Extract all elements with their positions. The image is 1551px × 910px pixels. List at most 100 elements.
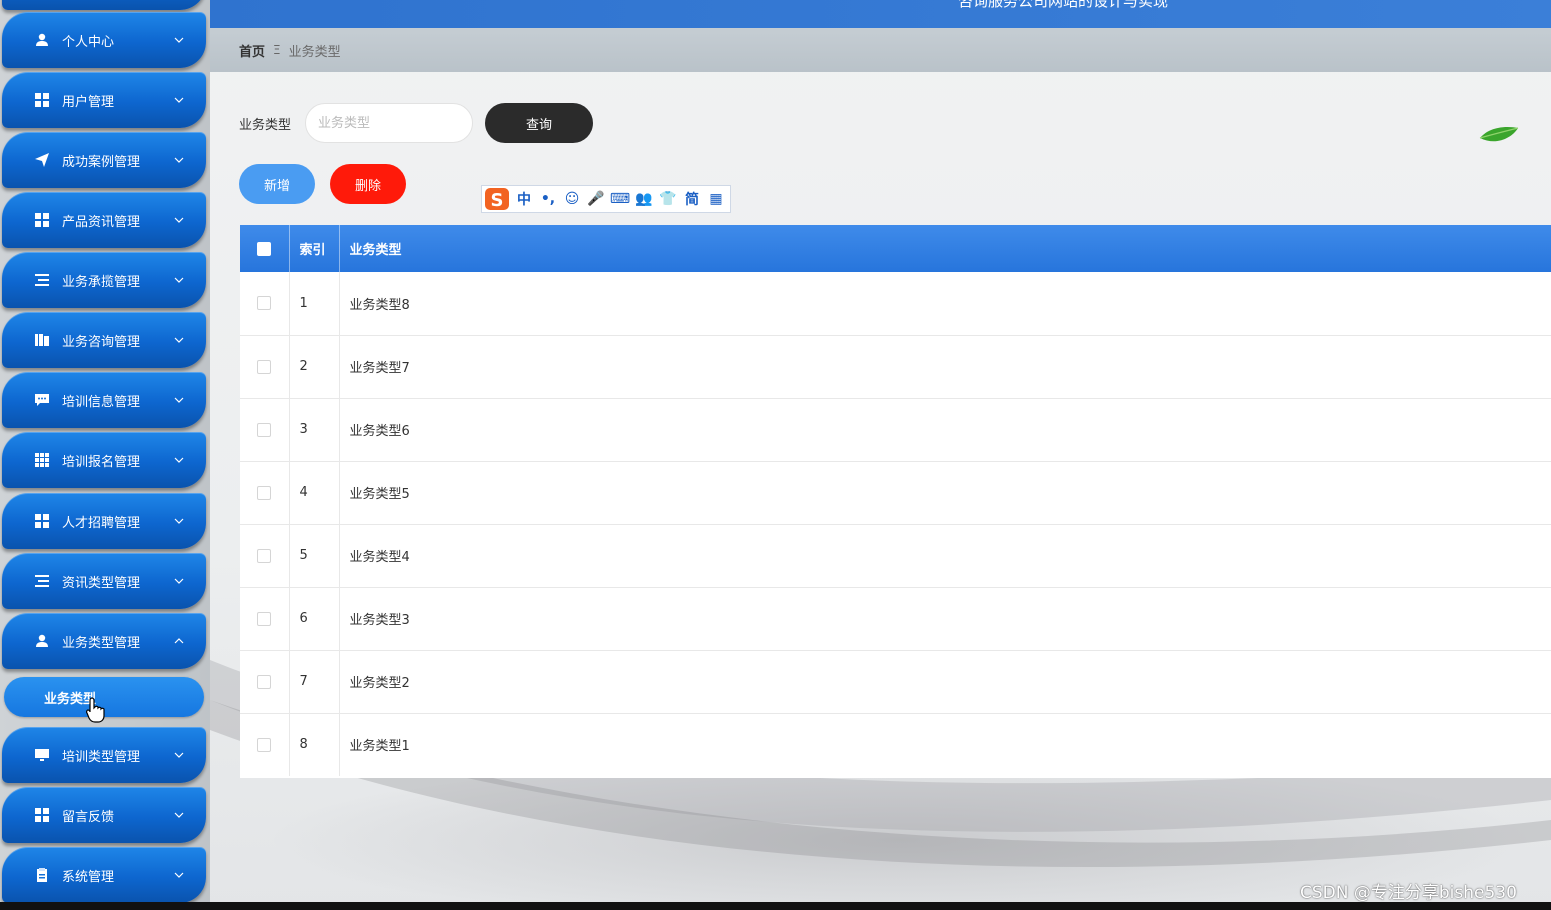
chevron-down-icon [174,155,184,165]
book-icon [34,332,50,348]
select-all-checkbox[interactable] [257,241,272,256]
table-row[interactable]: 7 业务类型2 [240,650,1551,713]
chevron-down-icon [174,810,184,820]
sidebar-item-13[interactable]: 留言反馈 [2,787,206,843]
grid-icon [34,92,50,108]
breadcrumb: 首页 Ξ 业务类型 [210,28,1551,72]
monitor-icon [34,747,50,763]
row-checkbox[interactable] [257,611,272,626]
sidebar-item-label: 业务承揽管理 [62,274,141,290]
row-select-cell[interactable] [240,524,290,587]
row-business-type: 业务类型8 [349,297,410,313]
row-index: 6 [289,587,340,650]
sidebar-item-2[interactable]: 用户管理 [2,72,206,128]
row-checkbox[interactable] [257,359,272,374]
table-row[interactable]: 4 业务类型5 [240,461,1551,524]
row-checkbox[interactable] [257,296,272,311]
row-business-type: 业务类型2 [349,676,410,691]
data-table-container: 索引 业务类型 1 业务类型8 2 业务类型7 3 业务类型6 4 业务类型5 5 业务类型4 6 业… [240,225,1551,778]
add-button[interactable]: 新增 [239,164,315,204]
row-select-cell[interactable] [240,461,290,524]
site-title: 咨询服务公司网站的设计与实现 [958,0,1169,10]
chevron-down-icon [174,870,184,880]
table-row[interactable]: 2 业务类型7 [240,335,1551,398]
chevron-down-icon [174,455,184,465]
bottom-strip [0,902,1551,910]
row-business-type: 业务类型4 [349,550,410,565]
query-button[interactable]: 查询 [485,103,593,143]
row-checkbox[interactable] [257,737,272,752]
row-checkbox[interactable] [257,548,272,563]
ime-tool-9-icon[interactable]: ▦ [704,187,728,211]
sidebar-item-7[interactable]: 培训信息管理 [2,372,206,428]
row-select-cell[interactable] [240,335,290,398]
chevron-down-icon [174,35,184,45]
list-icon [34,573,50,589]
user-icon [34,633,50,649]
sogou-logo-icon[interactable]: S [482,185,512,213]
row-select-cell[interactable] [240,272,290,335]
row-checkbox[interactable] [257,485,272,500]
watermark: CSDN @专注分享bishe530 [1300,883,1517,903]
sidebar-item-label: 用户管理 [62,94,115,110]
chevron-down-icon [174,576,184,586]
table-row[interactable]: 5 业务类型4 [240,524,1551,587]
ime-tool-2-icon[interactable]: •, [536,187,560,211]
breadcrumb-separator: Ξ [273,43,281,57]
search-input[interactable] [305,103,473,143]
table-row[interactable]: 8 业务类型1 [240,713,1551,776]
table-row[interactable]: 6 业务类型3 [240,587,1551,650]
ime-tool-1-icon[interactable]: 中 [512,187,536,211]
row-business-type: 业务类型5 [349,487,410,502]
chevron-up-icon [174,636,184,646]
sidebar-item-11[interactable]: 业务类型管理 [2,613,206,669]
header-index: 索引 [289,225,340,272]
sidebar-item-10[interactable]: 资讯类型管理 [2,553,206,609]
ime-tool-8-icon[interactable]: 简 [680,187,704,211]
sidebar-item-3[interactable]: 成功案例管理 [2,132,206,188]
ime-toolbar: S 中 •, ☺ 🎤 ⌨ 👥 👕 简 ▦ [481,185,731,213]
row-select-cell[interactable] [240,713,290,776]
ime-tool-4-icon[interactable]: 🎤 [584,187,608,211]
header-select-all[interactable] [240,225,290,272]
business-type-table: 索引 业务类型 1 业务类型8 2 业务类型7 3 业务类型6 4 业务类型5 5 业务类型4 6 业… [240,225,1551,776]
sidebar-item-label: 人才招聘管理 [62,515,141,531]
sidebar-item-label: 培训信息管理 [62,394,141,410]
grid-icon [34,513,50,529]
sidebar-item-9[interactable]: 人才招聘管理 [2,493,206,549]
table-row[interactable]: 3 业务类型6 [240,398,1551,461]
sidebar-item-14[interactable]: 系统管理 [2,847,206,902]
chevron-down-icon [174,395,184,405]
top-header-bar: 咨询服务公司网站的设计与实现 [210,0,1551,28]
grid-icon [34,212,50,228]
sidebar-item-5[interactable]: 业务承揽管理 [2,252,206,308]
header-business-type: 业务类型 [349,243,402,258]
list-icon [34,272,50,288]
row-business-type: 业务类型3 [349,613,410,628]
chevron-down-icon [174,750,184,760]
ime-tool-6-icon[interactable]: 👥 [632,187,656,211]
table-row[interactable]: 1 业务类型8 [240,272,1551,335]
sidebar-item-label: 留言反馈 [62,809,115,825]
sidebar-item-label: 个人中心 [62,34,115,50]
sidebar-item-1[interactable]: 个人中心 [2,12,206,68]
delete-button[interactable]: 删除 [330,164,406,204]
ime-tool-7-icon[interactable]: 👕 [656,187,680,211]
chat-icon [34,392,50,408]
ime-tool-5-icon[interactable]: ⌨ [608,187,632,211]
row-checkbox[interactable] [257,422,272,437]
grid-icon [34,807,50,823]
row-select-cell[interactable] [240,587,290,650]
sidebar-item-4[interactable]: 产品资讯管理 [2,192,206,248]
sidebar-item-8[interactable]: 培训报名管理 [2,432,206,488]
sidebar-item-12[interactable]: 培训类型管理 [2,727,206,783]
sidebar-item-top-partial[interactable] [2,0,206,10]
ime-tool-3-icon[interactable]: ☺ [560,187,584,211]
row-checkbox[interactable] [257,674,272,689]
breadcrumb-home-link[interactable]: 首页 [239,41,265,60]
row-select-cell[interactable] [240,650,290,713]
chevron-down-icon [174,275,184,285]
sidebar-item-6[interactable]: 业务咨询管理 [2,312,206,368]
row-select-cell[interactable] [240,398,290,461]
row-index: 4 [289,461,340,524]
